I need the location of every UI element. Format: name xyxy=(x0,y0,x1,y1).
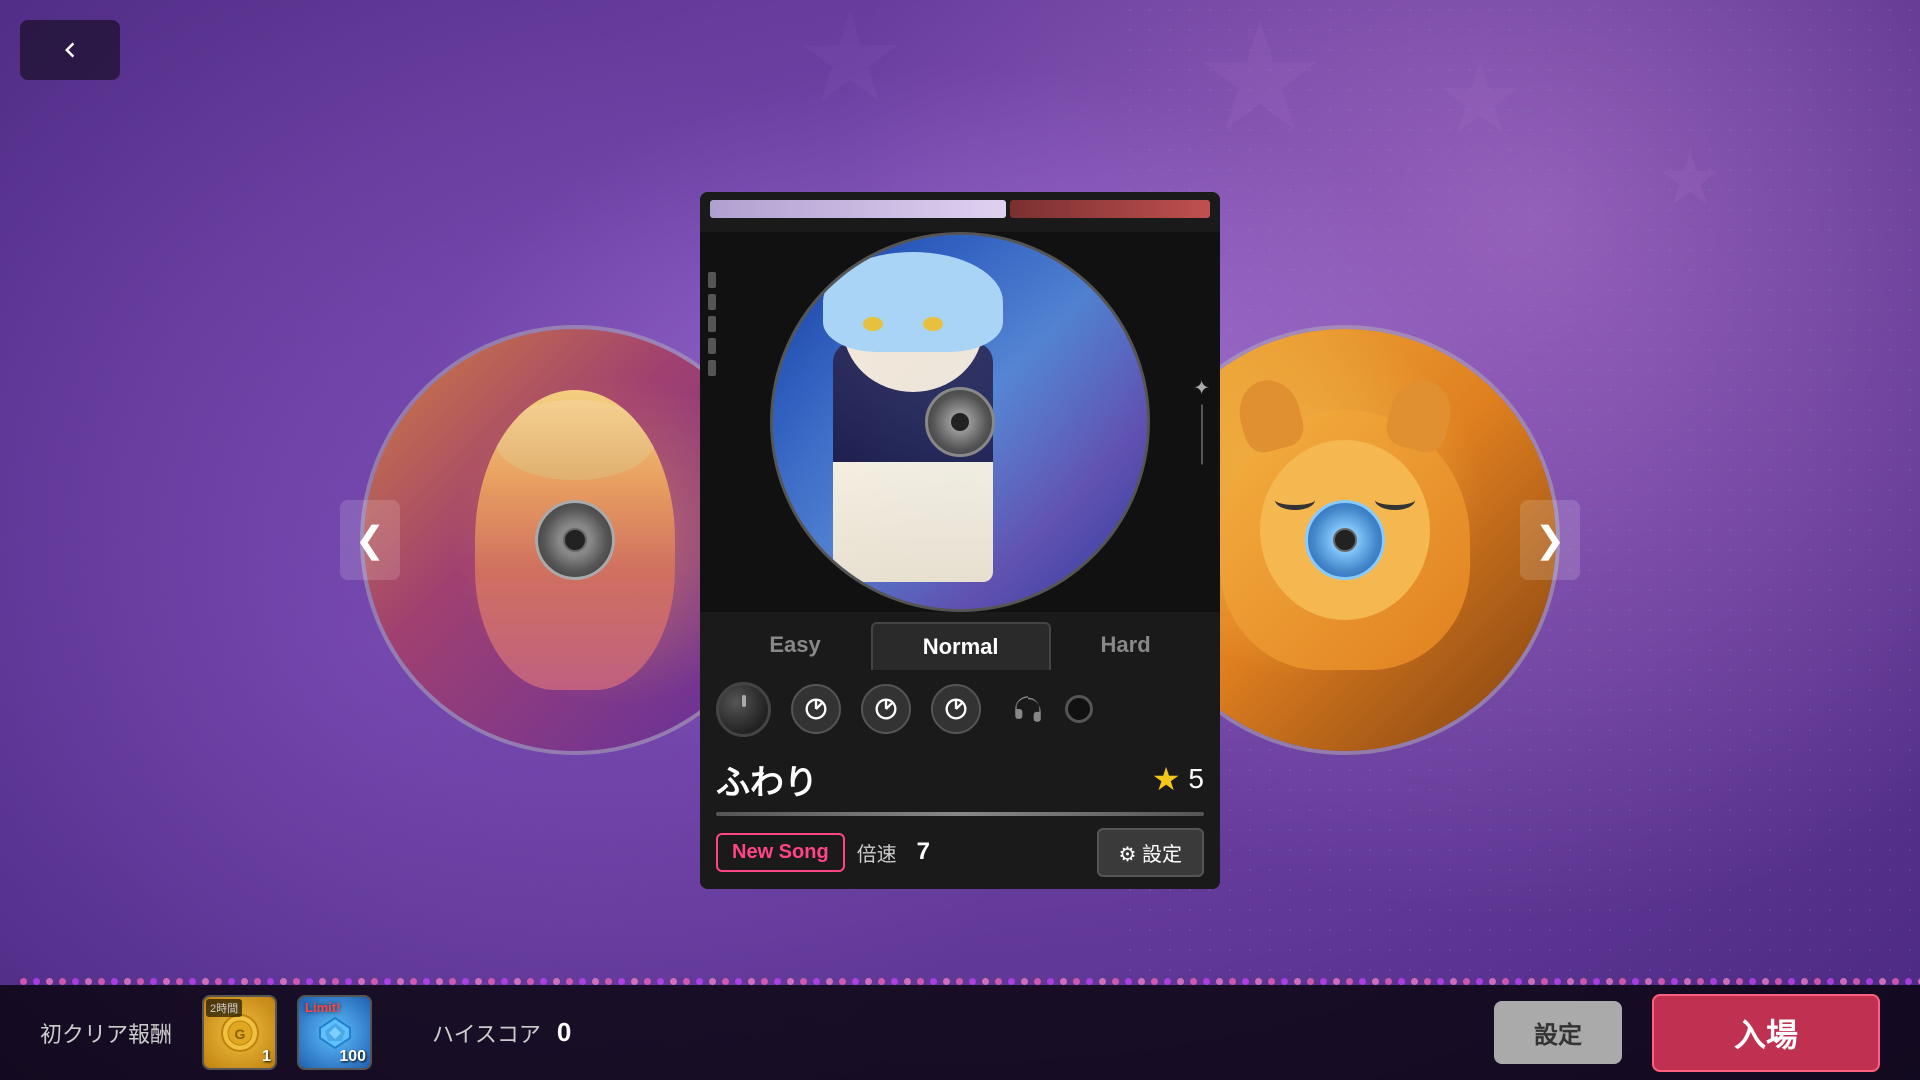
volume-knob[interactable] xyxy=(716,682,771,737)
hi-score-label: ハイスコア xyxy=(432,1017,541,1049)
difficulty-tabs: Easy Normal Hard xyxy=(700,622,1220,670)
star-icon: ★ xyxy=(1152,760,1181,798)
song-settings-button[interactable]: ⚙ 設定 xyxy=(1097,828,1205,877)
ctrl-btn-2[interactable] xyxy=(861,684,911,734)
hi-score-value: 0 xyxy=(557,1017,571,1048)
svg-text:G: G xyxy=(234,1026,245,1042)
reward-badge-limit: Limit! xyxy=(301,999,344,1016)
bottom-settings-button[interactable]: 設定 xyxy=(1494,1001,1622,1064)
right-disc-hub xyxy=(1305,500,1385,580)
star-count: 5 xyxy=(1188,763,1204,795)
speed-value: 7 xyxy=(917,838,930,866)
bottom-action-row: New Song 倍速 7 ⚙ 設定 xyxy=(700,818,1220,889)
next-disc-button[interactable]: ❯ xyxy=(1520,500,1580,580)
song-stars: ★ 5 xyxy=(1152,760,1204,798)
back-icon xyxy=(55,35,85,65)
reward-crystal-count: 100 xyxy=(339,1048,366,1066)
enter-button[interactable]: 入場 xyxy=(1652,994,1880,1072)
new-song-badge[interactable]: New Song xyxy=(716,833,845,872)
side-dots xyxy=(708,272,716,376)
song-info-row: ふわり ★ 5 xyxy=(700,749,1220,812)
ctrl-btn-3[interactable] xyxy=(931,684,981,734)
reward-coin-item: G 2時間 1 xyxy=(202,995,277,1070)
first-clear-label: 初クリア報酬 xyxy=(40,1017,172,1049)
center-album-disc xyxy=(770,232,1150,612)
tab-normal[interactable]: Normal xyxy=(871,622,1051,670)
bottom-bar: 初クリア報酬 G 2時間 1 Limit! 100 ハイスコア 0 設定 入場 xyxy=(0,985,1920,1080)
center-disc-hub xyxy=(925,387,995,457)
top-bars xyxy=(700,192,1220,222)
crystal-icon xyxy=(315,1013,355,1053)
hi-score-section: ハイスコア 0 xyxy=(432,1017,1454,1049)
sep-line xyxy=(716,812,1204,816)
tab-easy[interactable]: Easy xyxy=(719,622,870,670)
reward-badge-time: 2時間 xyxy=(206,999,242,1017)
controls-row xyxy=(700,670,1220,749)
back-button[interactable] xyxy=(20,20,120,80)
chart-adjust: ✦ xyxy=(1193,375,1210,468)
adj-icon: ✦ xyxy=(1193,375,1210,400)
ctrl-btn-1[interactable] xyxy=(791,684,841,734)
speed-label: 倍速 xyxy=(857,838,897,867)
tab-hard[interactable]: Hard xyxy=(1051,622,1201,670)
reward-coin-count: 1 xyxy=(262,1048,271,1066)
bar-right xyxy=(1010,200,1210,218)
dot-row xyxy=(0,975,1920,983)
left-disc-hub xyxy=(535,500,615,580)
reward-crystal-item: Limit! 100 xyxy=(297,995,372,1070)
coin-icon: G xyxy=(220,1013,260,1053)
center-panel: ✦ Easy Normal Hard xyxy=(700,192,1220,889)
bar-left xyxy=(710,200,1006,218)
headphone-icon xyxy=(1011,692,1045,726)
main-content: ❮ xyxy=(0,0,1920,1080)
prev-disc-button[interactable]: ❮ xyxy=(340,500,400,580)
adj-line xyxy=(1201,404,1203,464)
song-title: ふわり xyxy=(716,755,818,804)
center-disc-area: ✦ xyxy=(700,232,1220,612)
circle-control[interactable] xyxy=(1065,695,1093,723)
